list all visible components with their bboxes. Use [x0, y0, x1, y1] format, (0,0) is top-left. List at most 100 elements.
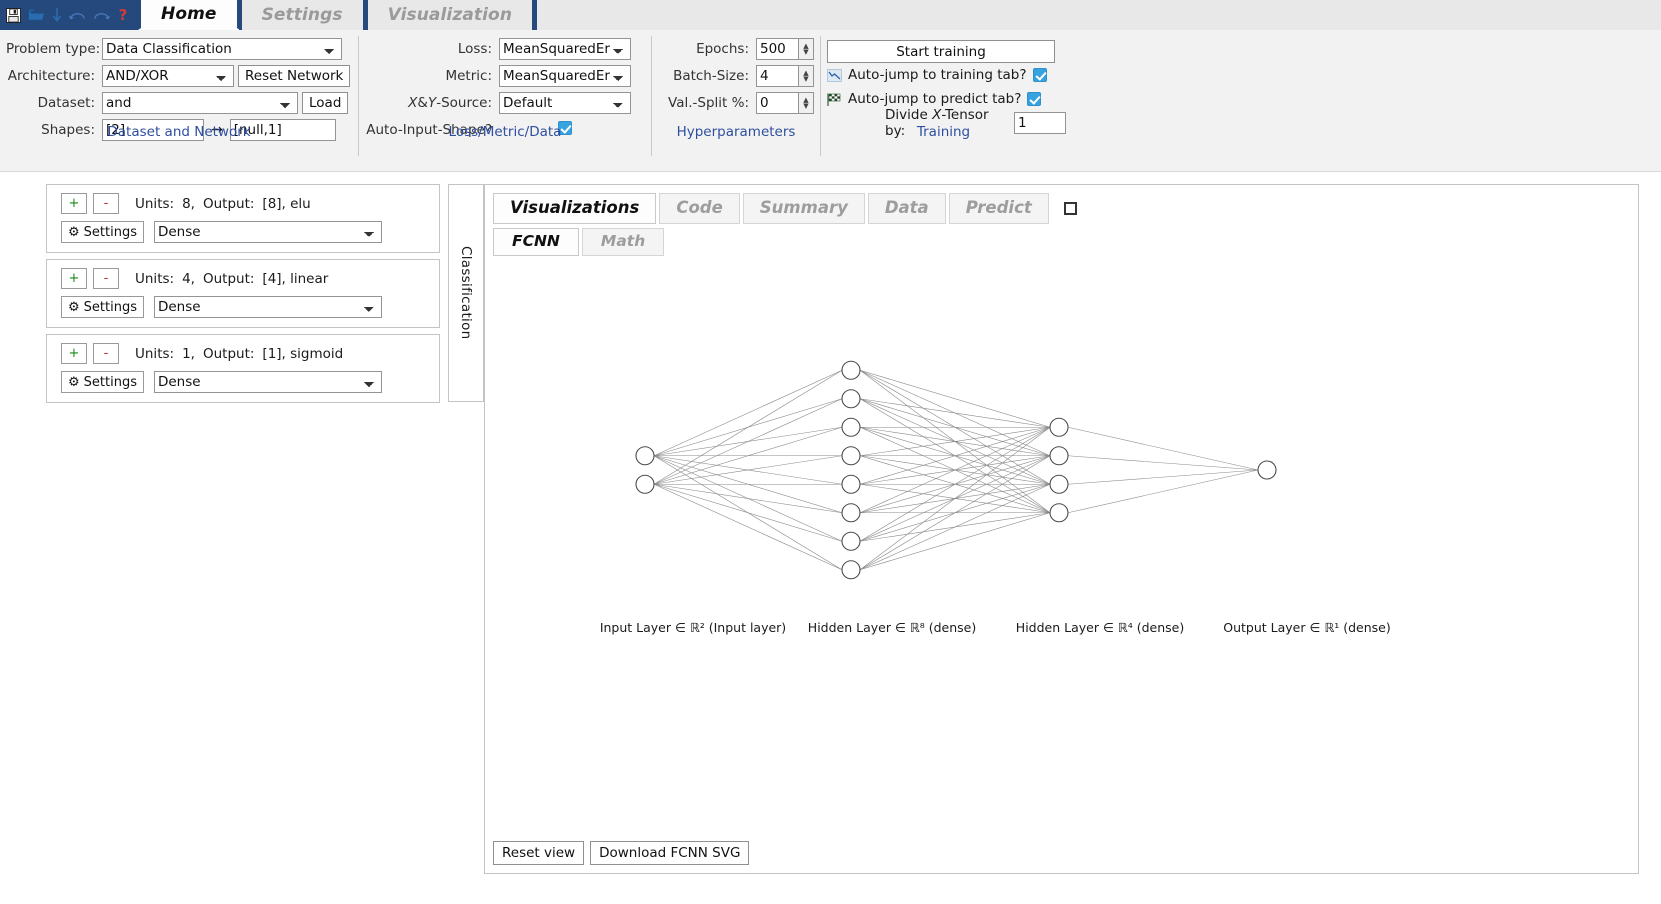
tab-home[interactable]: Home — [138, 0, 240, 30]
download-icon[interactable] — [52, 7, 62, 23]
visualization-tab-bar: Visualizations Code Summary Data Predict — [485, 185, 1638, 224]
layer-type-select[interactable]: Dense — [153, 371, 382, 393]
help-icon[interactable]: ? — [117, 6, 129, 24]
reset-network-button[interactable]: Reset Network — [238, 65, 351, 87]
tab-visualizations[interactable]: Visualizations — [493, 193, 657, 224]
val-split-spin-buttons[interactable]: ▲ ▼ — [798, 92, 814, 114]
tab-predict[interactable]: Predict — [948, 193, 1049, 224]
layer-type-select[interactable]: Dense — [153, 296, 382, 318]
xy-source-label: X&Y-Source: — [408, 95, 492, 111]
network-node[interactable] — [1049, 503, 1069, 523]
toolbar-icons: ? — [0, 0, 138, 30]
tab-settings[interactable]: Settings — [238, 0, 366, 30]
batch-size-stepper[interactable]: ▲▼ — [756, 65, 814, 87]
layer-editor-pane: + - Units: 8 , Output: [8], elu ⚙ Settin… — [0, 184, 484, 904]
remove-unit-button[interactable]: - — [93, 268, 119, 289]
metric-label: Metric: — [445, 68, 492, 84]
gear-icon: ⚙ — [68, 374, 80, 390]
layer-settings-button[interactable]: ⚙ Settings — [61, 371, 144, 393]
network-node[interactable] — [841, 560, 861, 580]
network-node[interactable] — [1049, 417, 1069, 437]
training-group-caption: Training — [916, 124, 971, 140]
folder-open-icon[interactable] — [28, 8, 46, 22]
svg-text:?: ? — [119, 7, 128, 23]
network-node[interactable] — [1049, 474, 1069, 494]
layer-units-value: 1 — [182, 345, 191, 362]
val-split-stepper[interactable]: ▲▼ — [756, 92, 814, 114]
xy-source-select[interactable]: Default — [499, 92, 631, 114]
problem-type-label: Problem type: — [6, 41, 101, 57]
val-split-field[interactable] — [756, 92, 798, 114]
tab-data[interactable]: Data — [867, 193, 946, 224]
fcnn-diagram-area[interactable]: Input Layer ∈ ℝ² (Input layer) Hidden Lay… — [485, 256, 1638, 873]
problem-type-select[interactable]: Data Classification — [102, 38, 342, 60]
add-unit-button[interactable]: + — [61, 343, 87, 364]
undo-icon[interactable] — [68, 9, 86, 22]
layer-settings-button[interactable]: ⚙ Settings — [61, 296, 144, 318]
epochs-field[interactable] — [756, 38, 798, 60]
epochs-spin-buttons[interactable]: ▲ ▼ — [798, 38, 814, 60]
layer-card-header: + - Units: 4 , Output: [4], linear — [61, 268, 429, 289]
network-node[interactable] — [1049, 446, 1069, 466]
layer-output-value: [1], sigmoid — [262, 345, 344, 362]
layer-output-label: Output: — [202, 195, 255, 212]
title-bar-filler — [534, 0, 1661, 30]
dataset-select[interactable]: and — [102, 92, 298, 114]
redo-icon[interactable] — [93, 9, 111, 22]
layer-output-value: [4], linear — [262, 270, 329, 287]
network-node[interactable] — [635, 446, 655, 466]
architecture-select[interactable]: AND/XOR — [102, 65, 234, 87]
fcnn-network-svg[interactable]: Input Layer ∈ ℝ² (Input layer) Hidden Lay… — [485, 256, 1515, 873]
remove-unit-button[interactable]: - — [93, 193, 119, 214]
metric-select[interactable]: MeanSquaredErro — [499, 65, 631, 87]
reset-view-button[interactable]: Reset view — [493, 841, 585, 865]
layer-settings-label: Settings — [83, 374, 137, 390]
auto-jump-training-checkbox[interactable] — [1032, 68, 1047, 82]
xy-source-row: X&Y-Source: Default — [359, 90, 651, 116]
loss-label: Loss: — [457, 41, 492, 57]
visualization-subtab-bar: FCNN Math — [485, 224, 1638, 256]
training-group: Start training Auto-jump to training tab… — [821, 30, 1066, 172]
remove-unit-button[interactable]: - — [93, 343, 119, 364]
val-split-row: Val.-Split %: ▲▼ — [652, 90, 820, 116]
chart-decreasing-icon — [827, 68, 842, 82]
hyperparameters-group-caption: Hyperparameters — [676, 124, 796, 140]
save-icon[interactable] — [6, 7, 21, 23]
epochs-row: Epochs: ▲▼ — [652, 36, 820, 62]
batch-size-field[interactable] — [756, 65, 798, 87]
network-node[interactable] — [841, 531, 861, 551]
network-node[interactable] — [1257, 460, 1277, 480]
auto-jump-predict-checkbox[interactable] — [1027, 92, 1042, 106]
loss-group-caption: Loss/Metric/Data — [448, 124, 562, 140]
batch-size-spin-buttons[interactable]: ▲ ▼ — [798, 65, 814, 87]
start-training-button[interactable]: Start training — [827, 40, 1055, 63]
network-node[interactable] — [635, 474, 655, 494]
network-node[interactable] — [841, 417, 861, 437]
expand-square-icon[interactable] — [1063, 202, 1077, 215]
add-unit-button[interactable]: + — [61, 268, 87, 289]
hyperparameters-group: Epochs: ▲▼ Batch-Size: ▲▼ Val.-Split %: … — [652, 30, 820, 172]
layer-settings-label: Settings — [83, 224, 137, 240]
main-tab-bar: Home Settings Visualization — [138, 0, 536, 30]
network-node[interactable] — [841, 446, 861, 466]
network-node[interactable] — [841, 503, 861, 523]
subtab-math[interactable]: Math — [581, 228, 665, 256]
dataset-label: Dataset: — [37, 95, 95, 111]
download-fcnn-svg-button[interactable]: Download FCNN SVG — [590, 841, 750, 865]
network-node[interactable] — [841, 474, 861, 494]
network-node[interactable] — [841, 389, 861, 409]
tab-code[interactable]: Code — [659, 193, 740, 224]
classification-side-label-text: Classification — [458, 246, 475, 340]
layer-type-select[interactable]: Dense — [153, 221, 382, 243]
epochs-stepper[interactable]: ▲▼ — [756, 38, 814, 60]
loss-select[interactable]: MeanSquaredErro — [499, 38, 631, 60]
layer-caption: Input Layer ∈ ℝ² (Input layer) — [600, 620, 786, 635]
tab-visualization[interactable]: Visualization — [364, 0, 536, 30]
visualization-footer: Reset view Download FCNN SVG — [493, 841, 750, 865]
tab-summary[interactable]: Summary — [742, 193, 865, 224]
add-unit-button[interactable]: + — [61, 193, 87, 214]
subtab-fcnn[interactable]: FCNN — [493, 228, 579, 256]
layer-settings-button[interactable]: ⚙ Settings — [61, 221, 144, 243]
load-dataset-button[interactable]: Load — [302, 92, 349, 114]
network-node[interactable] — [841, 360, 861, 380]
